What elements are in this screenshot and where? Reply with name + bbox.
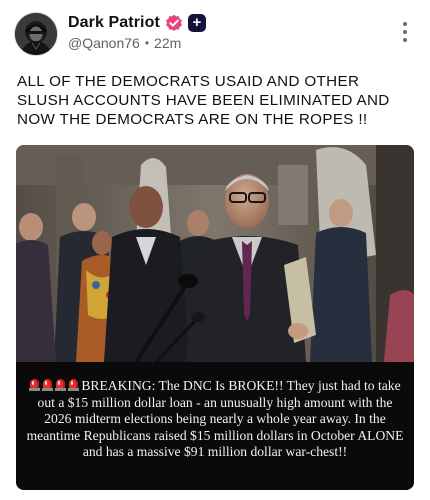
verified-icon <box>166 14 182 32</box>
post-body-text: ALL OF THE DEMOCRATS USAID AND OTHER SLU… <box>17 73 390 128</box>
post-media[interactable]: BREAKING: The DNC Is BROKE!! They just h… <box>16 145 414 490</box>
caption-panel: BREAKING: The DNC Is BROKE!! They just h… <box>16 362 414 490</box>
author-meta: @Qanon76 • 22m <box>68 35 181 51</box>
social-post: Dark Patriot + @Qanon76 • 22m ALL OF THE… <box>0 0 430 500</box>
siren-icon <box>42 379 54 391</box>
post-timestamp: 22m <box>154 35 182 51</box>
more-dot-1 <box>403 22 407 26</box>
media-caption-text: BREAKING: The DNC Is BROKE!! They just h… <box>26 378 404 460</box>
more-dot-2 <box>403 30 407 34</box>
media-caption: BREAKING: The DNC Is BROKE!! They just h… <box>26 378 404 461</box>
siren-icon <box>68 379 80 391</box>
more-dot-3 <box>403 38 407 42</box>
siren-icon <box>55 379 67 391</box>
author-name-row: Dark Patriot + <box>68 13 206 33</box>
author-handle[interactable]: @Qanon76 <box>68 35 140 51</box>
author-avatar[interactable] <box>14 12 58 56</box>
hooded-figure-avatar-icon <box>15 13 57 55</box>
author-display-name[interactable]: Dark Patriot <box>68 14 160 32</box>
plus-icon: + <box>187 14 206 32</box>
meta-separator: • <box>144 36 150 50</box>
press-conference-photo <box>16 145 414 362</box>
more-vertical-icon[interactable] <box>402 22 408 42</box>
siren-icon <box>29 379 41 391</box>
